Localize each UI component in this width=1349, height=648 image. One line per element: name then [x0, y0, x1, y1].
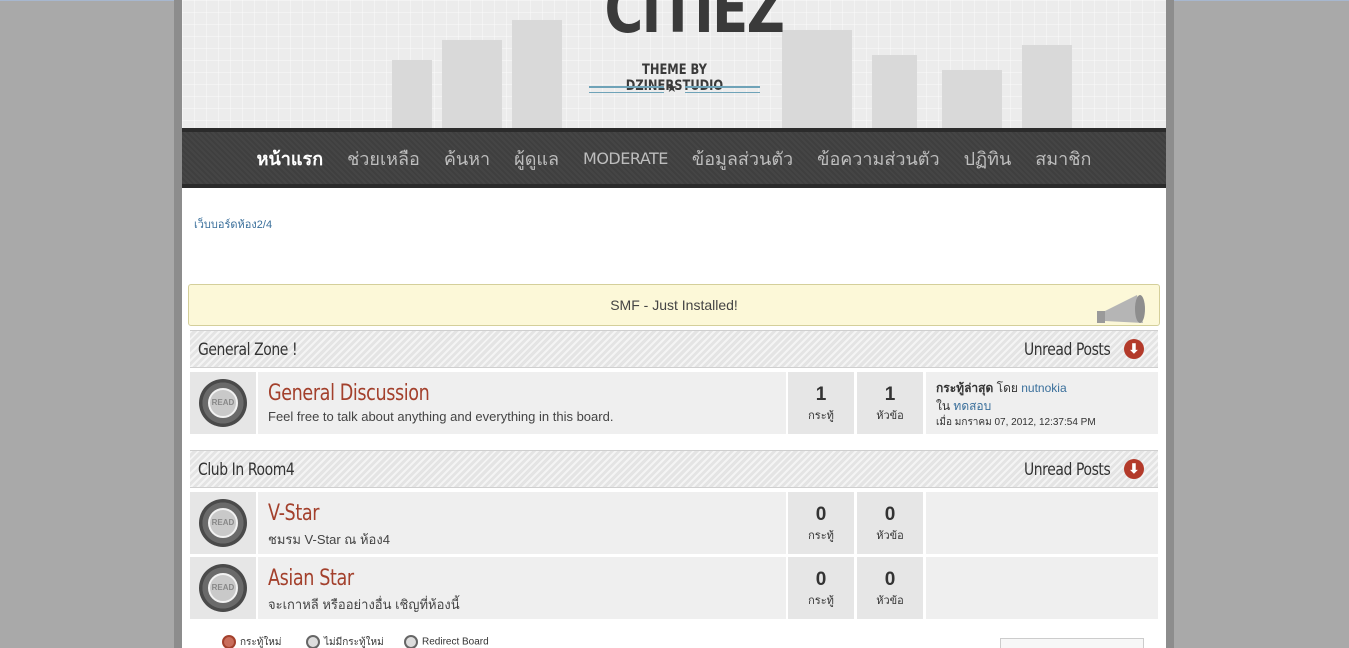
legend-new: กระทู้ใหม่ — [222, 635, 281, 648]
topics-count: 0 — [884, 569, 896, 590]
last-post-cell: กระทู้ล่าสุด โดย nutnokia ใน ทดสอบ เมื่อ… — [926, 372, 1158, 434]
nav-admin[interactable]: ผู้ดูแล — [502, 144, 571, 173]
board-topics-cell: 0 หัวข้อ — [857, 557, 923, 619]
mark-read-box[interactable] — [1000, 638, 1144, 648]
topics-label: หัวข้อ — [876, 410, 904, 422]
category-title: General Zone ! — [198, 340, 298, 360]
page-left-shadow — [174, 0, 182, 648]
board-read-icon[interactable]: READ — [196, 561, 250, 615]
unread-posts-link[interactable]: Unread Posts — [1024, 340, 1111, 360]
main-nav-bar: หน้าแรก ช่วยเหลือ ค้นหา ผู้ดูแล MODERATE… — [182, 128, 1166, 188]
skyline-building — [872, 55, 917, 128]
skyline-building — [782, 30, 852, 128]
skyline-building — [512, 20, 562, 128]
board-topics-cell: 1 หัวข้อ — [857, 372, 923, 434]
logo-rule-left — [589, 86, 664, 93]
last-post-topic-line: ใน ทดสอบ — [936, 397, 991, 416]
last-post-time: เมื่อ มกราคม 07, 2012, 12:37:54 PM — [936, 417, 1096, 428]
board-row: READ Asian Star จะเกาหลี หรืออย่างอื่น เ… — [190, 557, 1158, 619]
skyline-building — [942, 70, 1002, 128]
board-read-icon[interactable]: READ — [196, 376, 250, 430]
board-name-link[interactable]: V-Star — [268, 501, 319, 526]
board-info: Asian Star จะเกาหลี หรืออย่างอื่น เชิญที… — [258, 557, 786, 619]
nav-messages[interactable]: ข้อความส่วนตัว — [805, 144, 951, 173]
page-right-shadow — [1166, 0, 1174, 648]
megaphone-icon — [1097, 295, 1145, 323]
last-post-topic-link[interactable]: ทดสอบ — [953, 399, 991, 413]
posts-count: 0 — [815, 569, 827, 590]
posts-label: กระทู้ — [808, 530, 834, 542]
last-post-label: กระทู้ล่าสุด — [936, 381, 994, 395]
posts-count: 1 — [815, 384, 827, 405]
last-post-line: กระทู้ล่าสุด โดย nutnokia — [936, 379, 1067, 398]
last-post-user-link[interactable]: nutnokia — [1021, 381, 1066, 395]
news-text: SMF - Just Installed! — [610, 297, 738, 313]
breadcrumb[interactable]: เว็บบอร์ดห้อง2/4 — [194, 215, 272, 233]
category-title: Club In Room4 — [198, 460, 295, 480]
by-label: โดย — [996, 381, 1018, 395]
logo-title: CITIEZ — [604, 0, 785, 48]
board-description: ชมรม V-Star ณ ห้อง4 — [268, 532, 390, 547]
board-info: V-Star ชมรม V-Star ณ ห้อง4 — [258, 492, 786, 554]
board-name-link[interactable]: General Discussion — [268, 381, 430, 406]
nav-members[interactable]: สมาชิก — [1023, 144, 1103, 173]
redirect-board-icon — [404, 635, 418, 648]
board-icon-cell: READ — [190, 492, 256, 554]
skyline-building — [442, 40, 502, 128]
board-posts-cell: 0 กระทู้ — [788, 492, 854, 554]
board-info: General Discussion Feel free to talk abo… — [258, 372, 786, 434]
board-topics-cell: 0 หัวข้อ — [857, 492, 923, 554]
skyline-building — [1022, 45, 1072, 128]
board-name-link[interactable]: Asian Star — [268, 566, 354, 591]
star-icon: ★ — [666, 80, 678, 95]
site-logo[interactable]: CITIEZ THEME BY DZINERSTUDIO ★ — [587, 0, 785, 96]
topics-label: หัวข้อ — [876, 595, 904, 607]
nav-search[interactable]: ค้นหา — [432, 144, 502, 173]
collapse-icon[interactable]: ⬇ — [1124, 339, 1144, 359]
nav-profile[interactable]: ข้อมูลส่วนตัว — [680, 144, 805, 173]
forum-page: CITIEZ THEME BY DZINERSTUDIO ★ หน้าแรก ช… — [182, 0, 1166, 648]
topics-count: 0 — [884, 504, 896, 525]
nav-home[interactable]: หน้าแรก — [245, 144, 335, 173]
news-box: SMF - Just Installed! — [188, 284, 1160, 326]
board-icon-cell: READ — [190, 557, 256, 619]
skyline-building — [392, 60, 432, 128]
nav-calendar[interactable]: ปฏิทิน — [952, 144, 1024, 173]
unread-posts-link[interactable]: Unread Posts — [1024, 460, 1111, 480]
main-nav: หน้าแรก ช่วยเหลือ ค้นหา ผู้ดูแล MODERATE… — [182, 132, 1166, 184]
nav-moderate[interactable]: MODERATE — [571, 149, 680, 168]
no-new-posts-icon — [306, 635, 320, 648]
logo-rule-right — [685, 86, 760, 93]
board-row: READ General Discussion Feel free to tal… — [190, 372, 1158, 434]
board-posts-cell: 0 กระทู้ — [788, 557, 854, 619]
board-read-icon[interactable]: READ — [196, 496, 250, 550]
category-header: General Zone ! Unread Posts ⬇ — [190, 330, 1158, 368]
board-icon-cell: READ — [190, 372, 256, 434]
board-posts-cell: 1 กระทู้ — [788, 372, 854, 434]
site-header: CITIEZ THEME BY DZINERSTUDIO ★ — [182, 0, 1166, 128]
topics-label: หัวข้อ — [876, 530, 904, 542]
nav-help[interactable]: ช่วยเหลือ — [335, 144, 432, 173]
board-row: READ V-Star ชมรม V-Star ณ ห้อง4 0 กระทู้… — [190, 492, 1158, 554]
topics-count: 1 — [884, 384, 896, 405]
legend-no-new: ไม่มีกระทู้ใหม่ — [306, 635, 384, 648]
last-post-cell — [926, 492, 1158, 554]
category-header: Club In Room4 Unread Posts ⬇ — [190, 450, 1158, 488]
last-post-cell — [926, 557, 1158, 619]
posts-label: กระทู้ — [808, 595, 834, 607]
board-description: จะเกาหลี หรืออย่างอื่น เชิญที่ห้องนี้ — [268, 597, 460, 612]
in-label: ใน — [936, 399, 951, 413]
posts-label: กระทู้ — [808, 410, 834, 422]
collapse-icon[interactable]: ⬇ — [1124, 459, 1144, 479]
new-posts-icon — [222, 635, 236, 648]
legend-redirect: Redirect Board — [404, 635, 489, 648]
posts-count: 0 — [815, 504, 827, 525]
board-description: Feel free to talk about anything and eve… — [268, 409, 614, 424]
